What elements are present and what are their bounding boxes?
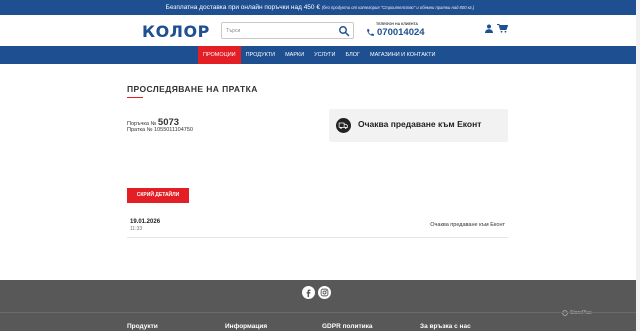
site-header: КОЛОР ТЕЛЕФОН НА КЛИЕНТА 070014024 [0, 15, 640, 46]
footer-divider [0, 312, 640, 313]
search-icon[interactable] [338, 25, 350, 37]
page-scrollbar[interactable] [636, 0, 640, 331]
shipment-number: 1055011104750 [154, 127, 193, 133]
event-status: Очаква предаване към Еконт [430, 222, 505, 228]
phone-icon [367, 29, 374, 36]
logo-text: КОЛОР [142, 22, 210, 41]
footer-contact-heading[interactable]: За връзка с нас [420, 323, 471, 330]
site-footer: StorePlus Продукти Информация GDPR полит… [0, 280, 640, 331]
search-input[interactable] [226, 25, 336, 36]
footer-information-heading[interactable]: Информация [225, 323, 267, 330]
event-divider [127, 237, 508, 238]
main-navigation: Промоции Продукти Марки Услуги Блог Мага… [0, 46, 640, 64]
phone-caption: ТЕЛЕФОН НА КЛИЕНТА [376, 22, 419, 26]
footer-gdpr-heading[interactable]: GDPR политика [322, 323, 373, 330]
facebook-link[interactable] [302, 286, 315, 299]
title-underline [127, 97, 143, 98]
promo-topbar: Безплатна доставка при онлайн поръчки на… [0, 0, 640, 15]
truck-icon [336, 118, 351, 133]
promo-text: Безплатна доставка при онлайн поръчки на… [165, 4, 320, 11]
shipment-info: Пратка № 1055011104750 [127, 127, 193, 133]
user-icon[interactable] [485, 24, 493, 33]
storeplus-icon [562, 310, 568, 316]
phone-number[interactable]: 070014024 [377, 27, 425, 38]
tracking-page: ПРОСЛЕДЯВАНЕ НА ПРАТКА Поръчка № 5073 Пр… [0, 64, 640, 280]
nav-item-brands[interactable]: Марки [280, 46, 309, 64]
nav-item-promotions[interactable]: Промоции [198, 46, 241, 64]
social-links [302, 286, 331, 299]
shipment-status-box: Очаква предаване към Еконт [329, 109, 508, 142]
storeplus-watermark: StorePlus [570, 310, 592, 316]
nav-item-blog[interactable]: Блог [341, 46, 365, 64]
hide-details-button[interactable]: Скрий детайли [127, 188, 189, 203]
tracking-event-row: 19.01.2026 11:33 Очаква предаване към Ек… [127, 216, 508, 238]
event-date: 19.01.2026 [130, 219, 161, 225]
nav-item-services[interactable]: Услуги [309, 46, 340, 64]
instagram-link[interactable] [318, 286, 331, 299]
event-time: 11:33 [130, 226, 143, 232]
page-title: ПРОСЛЕДЯВАНЕ НА ПРАТКА [127, 84, 258, 94]
facebook-icon [306, 289, 311, 297]
shipment-label: Пратка № [127, 127, 153, 133]
site-logo[interactable]: КОЛОР [142, 22, 210, 41]
nav-item-products[interactable]: Продукти [241, 46, 280, 64]
instagram-icon [320, 288, 329, 297]
shipment-status: Очаква предаване към Еконт [358, 119, 482, 129]
nav-item-stores-contacts[interactable]: Магазини и контакти [365, 46, 440, 64]
promo-note: (без продукти от категория "Строителство… [321, 5, 475, 10]
cart-icon[interactable] [497, 24, 508, 33]
search-box [221, 22, 354, 39]
footer-products-heading[interactable]: Продукти [127, 323, 158, 330]
